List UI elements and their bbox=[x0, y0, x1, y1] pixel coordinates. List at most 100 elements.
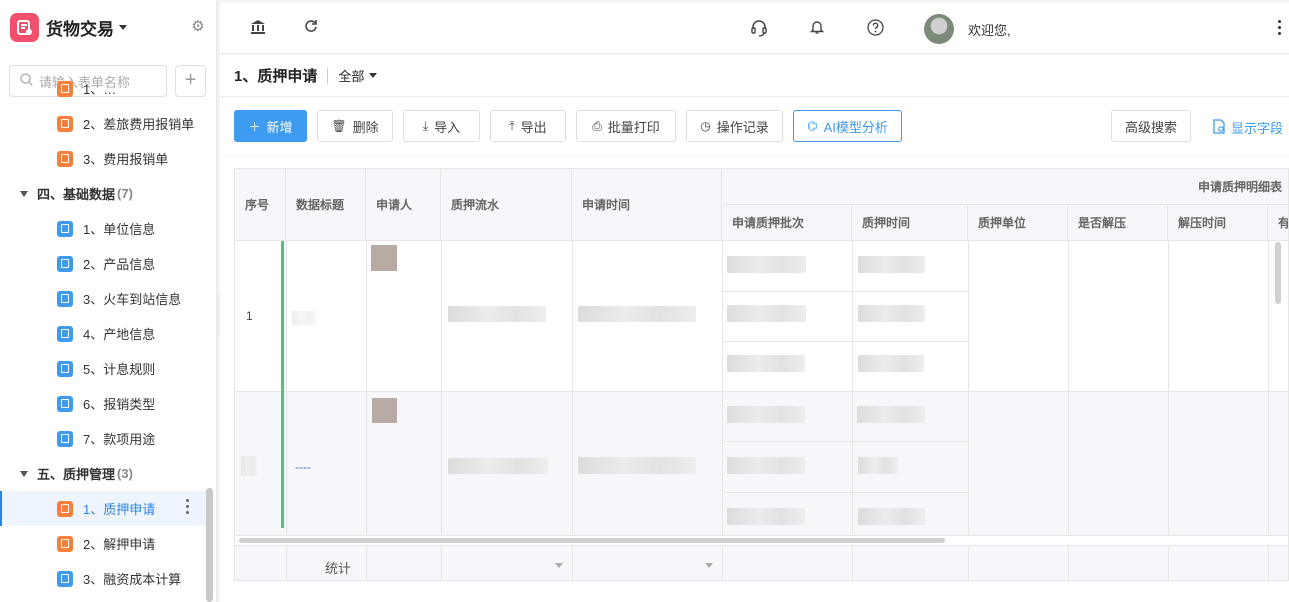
summary-label: 统计 bbox=[325, 561, 352, 576]
header-seq[interactable]: 序号 bbox=[235, 169, 286, 241]
field-settings-icon bbox=[1212, 118, 1226, 137]
plus-icon: ＋ bbox=[248, 119, 261, 134]
form-tree: 1、… 2、差旅费用报销单 3、费用报销单 四、基础数据 (7) 1、单位信息 2、产品信息… bbox=[0, 80, 206, 596]
applicant-avatar[interactable] bbox=[372, 398, 397, 423]
sidebar-item-label: 6、报销类型 bbox=[83, 397, 156, 412]
form-doc-icon bbox=[57, 255, 73, 272]
header-release-time[interactable]: 解压时间 bbox=[1168, 205, 1268, 241]
view-filter-chevron-icon[interactable] bbox=[369, 73, 378, 78]
sidebar-group[interactable]: 五、质押管理 (3) bbox=[0, 456, 206, 491]
help-icon[interactable] bbox=[866, 19, 884, 37]
pledge-time-redacted bbox=[858, 457, 898, 474]
form-doc-icon bbox=[57, 150, 73, 167]
app-title[interactable]: 货物交易 bbox=[46, 15, 114, 40]
sidebar: 货物交易 ⚙ 请输入表单名称 + 1、… 2、差旅费用报销单 3、费用报销单 四、基础… bbox=[0, 0, 217, 602]
view-filter-select[interactable]: 全部 bbox=[338, 66, 364, 85]
row-title-link[interactable]: ---- bbox=[295, 460, 311, 474]
row-status-bar bbox=[281, 241, 284, 392]
settings-gear-icon[interactable]: ⚙ bbox=[190, 19, 206, 35]
header-applicant[interactable]: 申请人 bbox=[366, 169, 441, 241]
top-bar: 欢迎您, bbox=[220, 3, 1289, 54]
sidebar-item[interactable]: 3、费用报销单 bbox=[0, 141, 206, 176]
import-button[interactable]: ⤓ 导入 bbox=[403, 110, 480, 142]
sidebar-item[interactable]: 2、产品信息 bbox=[0, 246, 206, 281]
sidebar-item[interactable]: 4、产地信息 bbox=[0, 316, 206, 351]
sidebar-item-label: 3、费用报销单 bbox=[83, 152, 169, 167]
sidebar-item-label: 1、质押申请 bbox=[83, 502, 156, 517]
ai-analysis-button[interactable]: ⌬ AI模型分析 bbox=[793, 110, 902, 142]
clock-icon: ◷ bbox=[700, 119, 711, 133]
sidebar-item[interactable]: 3、融资成本计算 bbox=[0, 561, 206, 596]
printer-icon: ⎙ bbox=[592, 118, 602, 133]
table-vertical-scrollbar[interactable] bbox=[1275, 242, 1281, 304]
headset-icon[interactable] bbox=[750, 19, 768, 37]
export-button[interactable]: ⤒ 导出 bbox=[490, 110, 566, 142]
app-switch-chevron-icon[interactable] bbox=[119, 24, 127, 30]
sidebar-item[interactable]: 1、… bbox=[0, 71, 206, 106]
sidebar-item-label: 2、产品信息 bbox=[83, 257, 156, 272]
table-row[interactable]: ---- bbox=[235, 392, 1288, 536]
sidebar-group-count: (7) bbox=[117, 186, 133, 201]
sidebar-group-count: (3) bbox=[117, 466, 133, 481]
page-title-bar: 1、质押申请 全部 bbox=[220, 55, 1289, 97]
form-doc-icon bbox=[57, 535, 73, 552]
serial-summary-dropdown-icon[interactable] bbox=[555, 563, 563, 568]
sidebar-item[interactable]: 5、计息规则 bbox=[0, 351, 206, 386]
title-divider bbox=[327, 67, 329, 84]
batch-redacted bbox=[727, 457, 805, 474]
operation-log-button[interactable]: ◷ 操作记录 bbox=[686, 110, 783, 142]
sidebar-item-label: 3、融资成本计算 bbox=[83, 572, 182, 587]
sidebar-scrollbar[interactable] bbox=[206, 488, 213, 602]
apply-time-summary-dropdown-icon[interactable] bbox=[705, 563, 713, 568]
sidebar-item[interactable]: 7、款项用途 bbox=[0, 421, 206, 456]
summary-row: 统计 bbox=[235, 545, 1288, 580]
item-more-icon[interactable] bbox=[186, 499, 189, 514]
form-doc-icon bbox=[57, 80, 73, 97]
form-doc-icon bbox=[57, 220, 73, 237]
delete-button[interactable]: 🗑 删除 bbox=[317, 110, 393, 142]
batch-redacted bbox=[727, 256, 806, 273]
show-fields-button[interactable]: 显示字段 bbox=[1212, 118, 1283, 137]
header-extra[interactable]: 有 bbox=[1268, 205, 1288, 241]
batch-print-button[interactable]: ⎙ 批量打印 bbox=[576, 110, 676, 142]
sidebar-item[interactable]: 3、火车到站信息 bbox=[0, 281, 206, 316]
row-seq-redacted bbox=[241, 456, 257, 476]
refresh-icon[interactable] bbox=[302, 19, 320, 37]
sidebar-item[interactable]: 1、单位信息 bbox=[0, 211, 206, 246]
expand-triangle-icon[interactable] bbox=[20, 190, 28, 197]
form-doc-icon bbox=[57, 290, 73, 307]
sidebar-item-label: 2、解押申请 bbox=[83, 537, 156, 552]
row-title-redacted bbox=[292, 311, 316, 325]
form-doc-icon bbox=[57, 325, 73, 342]
action-toolbar: ＋新增 🗑 删除 ⤓ 导入 ⤒ 导出 ⎙ 批量打印 ◷ 操作记录 ⌬ AI模型分析 高级搜索… bbox=[220, 97, 1289, 155]
sidebar-item-label: 5、计息规则 bbox=[83, 362, 156, 377]
header-pledge-unit[interactable]: 质押单位 bbox=[968, 205, 1068, 241]
serial-redacted bbox=[448, 306, 546, 322]
trash-icon: 🗑 bbox=[331, 119, 347, 133]
header-apply-time[interactable]: 申请时间 bbox=[572, 169, 722, 241]
sidebar-item[interactable]: 6、报销类型 bbox=[0, 386, 206, 421]
advanced-search-button[interactable]: 高级搜索 bbox=[1111, 110, 1191, 142]
bank-icon[interactable] bbox=[249, 19, 267, 37]
applicant-avatar[interactable] bbox=[371, 245, 397, 271]
sidebar-item[interactable]: 2、差旅费用报销单 bbox=[0, 106, 206, 141]
pledge-time-redacted bbox=[858, 305, 925, 322]
table-horizontal-scrollbar[interactable] bbox=[239, 538, 945, 543]
sidebar-group[interactable]: 四、基础数据 (7) bbox=[0, 176, 206, 211]
header-released[interactable]: 是否解压 bbox=[1068, 205, 1168, 241]
expand-triangle-icon[interactable] bbox=[20, 470, 28, 477]
sidebar-item[interactable]: 2、解押申请 bbox=[0, 526, 206, 561]
table-row[interactable]: 1 bbox=[235, 241, 1288, 392]
sidebar-item[interactable]: 1、质押申请 bbox=[0, 491, 206, 526]
bell-icon[interactable] bbox=[808, 19, 826, 37]
header-pledge-time[interactable]: 质押时间 bbox=[852, 205, 968, 241]
form-doc-icon bbox=[57, 115, 73, 132]
header-serial[interactable]: 质押流水 bbox=[441, 169, 572, 241]
user-avatar[interactable] bbox=[924, 14, 954, 44]
header-title[interactable]: 数据标题 bbox=[286, 169, 366, 241]
header-batch[interactable]: 申请质押批次 bbox=[722, 205, 852, 241]
new-button[interactable]: ＋新增 bbox=[234, 110, 307, 142]
sidebar-item-label: 1、单位信息 bbox=[83, 222, 156, 237]
more-menu-icon[interactable] bbox=[1278, 20, 1281, 35]
sidebar-item-label: 2、差旅费用报销单 bbox=[83, 117, 195, 132]
